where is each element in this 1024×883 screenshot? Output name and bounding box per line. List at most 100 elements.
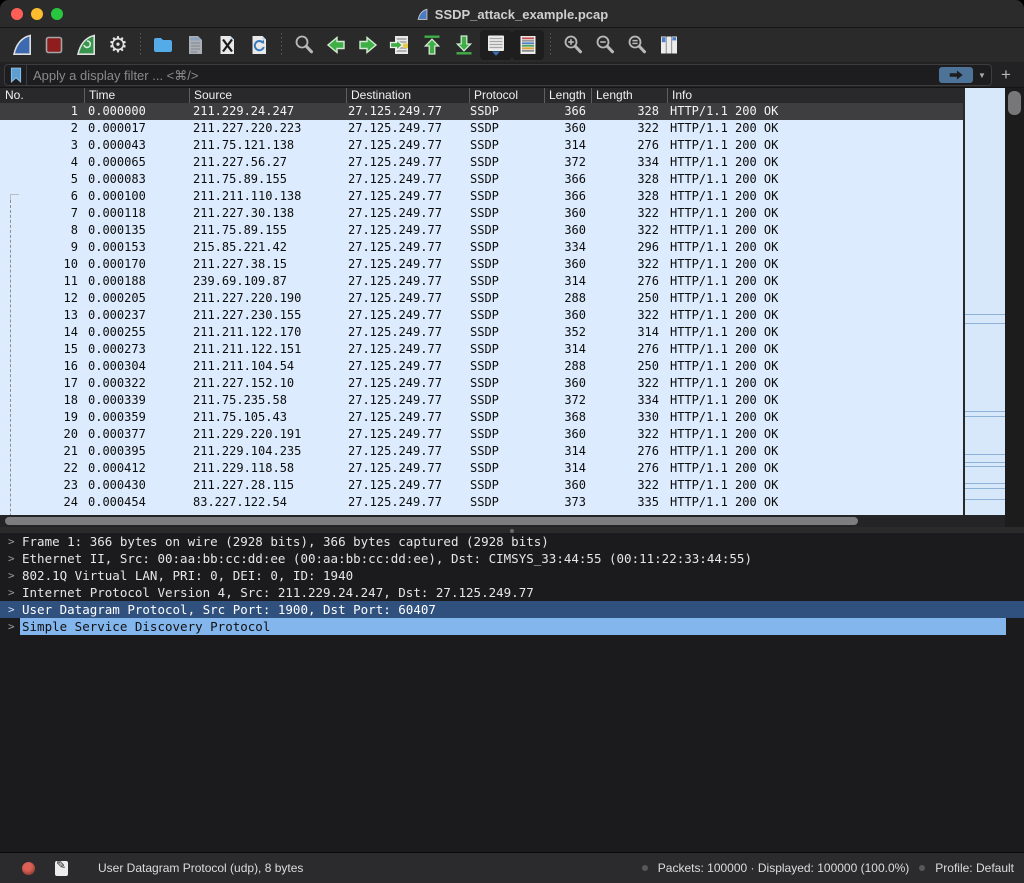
packet-cell-src: 211.211.122.170	[189, 324, 346, 341]
packet-row[interactable]: 40.000065211.227.56.2727.125.249.77SSDP3…	[0, 154, 963, 171]
packet-row[interactable]: 170.000322211.227.152.1027.125.249.77SSD…	[0, 375, 963, 392]
column-header-source[interactable]: Source	[189, 88, 346, 103]
column-header-destination[interactable]: Destination	[346, 88, 469, 103]
zoom-in-button[interactable]	[557, 30, 589, 60]
packet-row[interactable]: 140.000255211.211.122.17027.125.249.77SS…	[0, 324, 963, 341]
packet-row[interactable]: 230.000430211.227.28.11527.125.249.77SSD…	[0, 477, 963, 494]
detail-row[interactable]: >802.1Q Virtual LAN, PRI: 0, DEI: 0, ID:…	[0, 567, 1024, 584]
packet-row[interactable]: 110.000188239.69.109.8727.125.249.77SSDP…	[0, 273, 963, 290]
expert-info-icon[interactable]	[22, 862, 35, 875]
packet-cell-proto: SSDP	[469, 477, 544, 494]
column-header-time[interactable]: Time	[84, 88, 189, 103]
packet-cell-len1: 372	[544, 154, 591, 171]
packet-cell-info: HTTP/1.1 200 OK	[667, 120, 963, 137]
zoom-out-button[interactable]	[589, 30, 621, 60]
detail-row[interactable]: >Ethernet II, Src: 00:aa:bb:cc:dd:ee (00…	[0, 550, 1024, 567]
packet-row[interactable]: 20.000017211.227.220.22327.125.249.77SSD…	[0, 120, 963, 137]
open-file-folder-icon	[151, 33, 175, 57]
minimap-line	[965, 488, 1005, 489]
packet-row[interactable]: 120.000205211.227.220.19027.125.249.77SS…	[0, 290, 963, 307]
column-header-length-2[interactable]: Length	[591, 88, 667, 103]
stop-capture-button[interactable]	[38, 30, 70, 60]
open-file-button[interactable]	[147, 30, 179, 60]
packet-cell-len1: 360	[544, 307, 591, 324]
packet-cell-info: HTTP/1.1 200 OK	[667, 358, 963, 375]
reload-file-icon	[247, 33, 271, 57]
packet-row[interactable]: 50.000083211.75.89.15527.125.249.77SSDP3…	[0, 171, 963, 188]
packet-minimap[interactable]	[963, 88, 1005, 515]
go-first-packet-button[interactable]	[416, 30, 448, 60]
packet-row[interactable]: 150.000273211.211.122.15127.125.249.77SS…	[0, 341, 963, 358]
packet-row[interactable]: 30.000043211.75.121.13827.125.249.77SSDP…	[0, 137, 963, 154]
go-forward-button[interactable]	[352, 30, 384, 60]
packet-cell-no: 2	[0, 120, 84, 137]
packet-row[interactable]: 90.000153215.85.221.4227.125.249.77SSDP3…	[0, 239, 963, 256]
detail-row[interactable]: >Frame 1: 366 bytes on wire (2928 bits),…	[0, 533, 1024, 550]
horizontal-scrollbar-thumb[interactable]	[5, 517, 858, 525]
packet-row[interactable]: 70.000118211.227.30.13827.125.249.77SSDP…	[0, 205, 963, 222]
find-packet-button[interactable]	[288, 30, 320, 60]
packet-cell-time: 0.000412	[84, 460, 189, 477]
detail-row[interactable]: >Simple Service Discovery Protocol	[0, 618, 1024, 635]
packet-cell-proto: SSDP	[469, 239, 544, 256]
zoom-reset-button[interactable]	[621, 30, 653, 60]
packet-cell-proto: SSDP	[469, 137, 544, 154]
expand-chevron-icon[interactable]: >	[8, 601, 15, 618]
packet-row[interactable]: 60.000100211.211.110.13827.125.249.77SSD…	[0, 188, 963, 205]
expand-chevron-icon[interactable]: >	[8, 533, 15, 550]
packet-cell-dst: 27.125.249.77	[346, 324, 469, 341]
expand-chevron-icon[interactable]: >	[8, 567, 15, 584]
packet-row[interactable]: 80.000135211.75.89.15527.125.249.77SSDP3…	[0, 222, 963, 239]
display-filter-input[interactable]	[27, 68, 939, 83]
packet-cell-src: 211.227.220.190	[189, 290, 346, 307]
packet-row[interactable]: 10.000000211.229.24.24727.125.249.77SSDP…	[0, 103, 963, 120]
column-header-no[interactable]: No.	[0, 88, 84, 103]
packet-row[interactable]: 210.000395211.229.104.23527.125.249.77SS…	[0, 443, 963, 460]
detail-row-text: 802.1Q Virtual LAN, PRI: 0, DEI: 0, ID: …	[22, 567, 353, 584]
add-filter-button[interactable]: +	[996, 64, 1016, 86]
packet-cell-len1: 360	[544, 256, 591, 273]
packet-cell-dst: 27.125.249.77	[346, 120, 469, 137]
packet-row[interactable]: 240.00045483.227.122.5427.125.249.77SSDP…	[0, 494, 963, 511]
packet-row[interactable]: 180.000339211.75.235.5827.125.249.77SSDP…	[0, 392, 963, 409]
column-header-info[interactable]: Info	[667, 88, 963, 103]
apply-filter-button[interactable]	[939, 67, 973, 83]
packet-row[interactable]: 200.000377211.229.220.19127.125.249.77SS…	[0, 426, 963, 443]
expand-chevron-icon[interactable]: >	[8, 618, 15, 635]
status-profile[interactable]: Profile: Default	[935, 861, 1014, 875]
expand-chevron-icon[interactable]: >	[8, 550, 15, 567]
close-file-button[interactable]	[211, 30, 243, 60]
resize-columns-icon	[657, 33, 681, 57]
filter-bookmark-button[interactable]	[5, 65, 27, 85]
restart-capture-button[interactable]	[70, 30, 102, 60]
packet-row[interactable]: 220.000412211.229.118.5827.125.249.77SSD…	[0, 460, 963, 477]
filter-dropdown-button[interactable]: ▼	[975, 65, 989, 85]
capture-comment-icon[interactable]: ✎	[55, 861, 68, 876]
horizontal-scrollbar[interactable]	[0, 515, 1005, 527]
column-header-length-1[interactable]: Length	[544, 88, 591, 103]
packet-row[interactable]: 160.000304211.211.104.5427.125.249.77SSD…	[0, 358, 963, 375]
packet-row[interactable]: 190.000359211.75.105.4327.125.249.77SSDP…	[0, 409, 963, 426]
capture-options-button[interactable]: ⚙	[102, 30, 134, 60]
go-last-packet-button[interactable]	[448, 30, 480, 60]
packet-row[interactable]: 100.000170211.227.38.1527.125.249.77SSDP…	[0, 256, 963, 273]
auto-scroll-button[interactable]	[480, 30, 512, 60]
column-header-protocol[interactable]: Protocol	[469, 88, 544, 103]
minimap-line	[965, 454, 1005, 455]
start-capture-button[interactable]	[6, 30, 38, 60]
go-to-packet-button[interactable]	[384, 30, 416, 60]
packet-row[interactable]: 130.000237211.227.230.15527.125.249.77SS…	[0, 307, 963, 324]
detail-row[interactable]: >Internet Protocol Version 4, Src: 211.2…	[0, 584, 1024, 601]
detail-row[interactable]: >User Datagram Protocol, Src Port: 1900,…	[0, 601, 1024, 618]
expand-chevron-icon[interactable]: >	[8, 584, 15, 601]
reload-file-button[interactable]	[243, 30, 275, 60]
packet-cell-proto: SSDP	[469, 307, 544, 324]
vertical-scrollbar-thumb[interactable]	[1008, 91, 1021, 115]
go-back-button[interactable]	[320, 30, 352, 60]
resize-columns-button[interactable]	[653, 30, 685, 60]
save-file-button[interactable]	[179, 30, 211, 60]
vertical-scrollbar[interactable]	[1005, 88, 1024, 515]
packet-cell-dst: 27.125.249.77	[346, 358, 469, 375]
packet-cell-len1: 314	[544, 273, 591, 290]
colorize-button[interactable]	[512, 30, 544, 60]
